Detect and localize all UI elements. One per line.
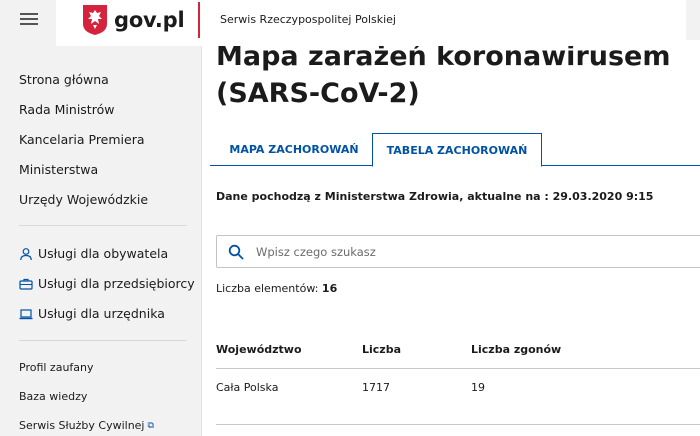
header-right-panel (686, 0, 700, 40)
sidebar-item-uslugi-urzednik[interactable]: Usługi dla urzędnika (19, 306, 165, 321)
sidebar-divider (19, 340, 187, 341)
column-header-liczba[interactable]: Liczba (362, 343, 401, 356)
sidebar-item-uslugi-przedsiebiorca[interactable]: Usługi dla przedsiębiorcy (19, 276, 195, 291)
gov-pl-logo[interactable]: gov.pl (82, 4, 185, 36)
sidebar-item-kancelaria-premiera[interactable]: Kancelaria Premiera (19, 132, 145, 147)
sidebar-item-baza-wiedzy[interactable]: Baza wiedzy (19, 390, 87, 403)
count-value: 16 (321, 282, 338, 295)
search-input[interactable] (256, 244, 656, 259)
sidebar-item-profil-zaufany[interactable]: Profil zaufany (19, 361, 94, 374)
sidebar-item-urzedy-wojewodzkie[interactable]: Urzędy Wojewódzkie (19, 192, 148, 207)
tab-mapa-zachorowan[interactable]: MAPA ZACHOROWAŃ (216, 133, 372, 166)
briefcase-icon (19, 278, 33, 290)
tab-tabela-zachorowan[interactable]: TABELA ZACHOROWAŃ (372, 133, 542, 167)
table-cell-liczba: 1717 (362, 381, 390, 394)
search-icon (228, 244, 244, 259)
table-header-divider (216, 368, 700, 369)
table-cell-wojewodztwo: Cała Polska (216, 381, 279, 394)
table-cell-liczba-zgonow: 19 (471, 381, 485, 394)
external-link-icon: ⧉ (147, 420, 154, 431)
page-title: Mapa zarażeń koronawirusem (SARS-CoV-2) (216, 41, 671, 109)
header-title: Serwis Rzeczypospolitej Polskiej (220, 13, 396, 26)
header-divider (198, 2, 200, 38)
person-icon (20, 247, 32, 260)
main-content: Mapa zarażeń koronawirusem (SARS-CoV-2) … (202, 41, 700, 436)
logo-text: gov.pl (114, 8, 185, 32)
sidebar: Strona główna Rada Ministrów Kancelaria … (0, 46, 202, 436)
sidebar-item-sluzba-cywilna[interactable]: Serwis Służby Cywilnej ⧉ (19, 419, 154, 432)
column-header-wojewodztwo[interactable]: Województwo (216, 343, 302, 356)
eagle-emblem-icon (83, 5, 107, 35)
data-source-info: Dane pochodzą z Ministerstwa Zdrowia, ak… (216, 190, 654, 203)
count-label: Liczba elementów: (216, 282, 319, 295)
sidebar-item-ministerstwa[interactable]: Ministerstwa (19, 162, 98, 177)
column-header-liczba-zgonow[interactable]: Liczba zgonów (471, 343, 561, 356)
hamburger-icon (20, 13, 38, 15)
laptop-icon (19, 308, 33, 319)
menu-button[interactable] (0, 0, 56, 46)
sidebar-item-rada-ministrow[interactable]: Rada Ministrów (19, 102, 114, 117)
sidebar-item-uslugi-obywatel[interactable]: Usługi dla obywatela (19, 246, 168, 261)
search-box[interactable] (216, 235, 700, 268)
sidebar-divider (19, 225, 187, 226)
site-header: gov.pl Serwis Rzeczypospolitej Polskiej (0, 0, 700, 46)
sidebar-item-strona-glowna[interactable]: Strona główna (19, 72, 109, 87)
table-row-divider (216, 424, 700, 425)
element-count: Liczba elementów: 16 (216, 282, 337, 295)
